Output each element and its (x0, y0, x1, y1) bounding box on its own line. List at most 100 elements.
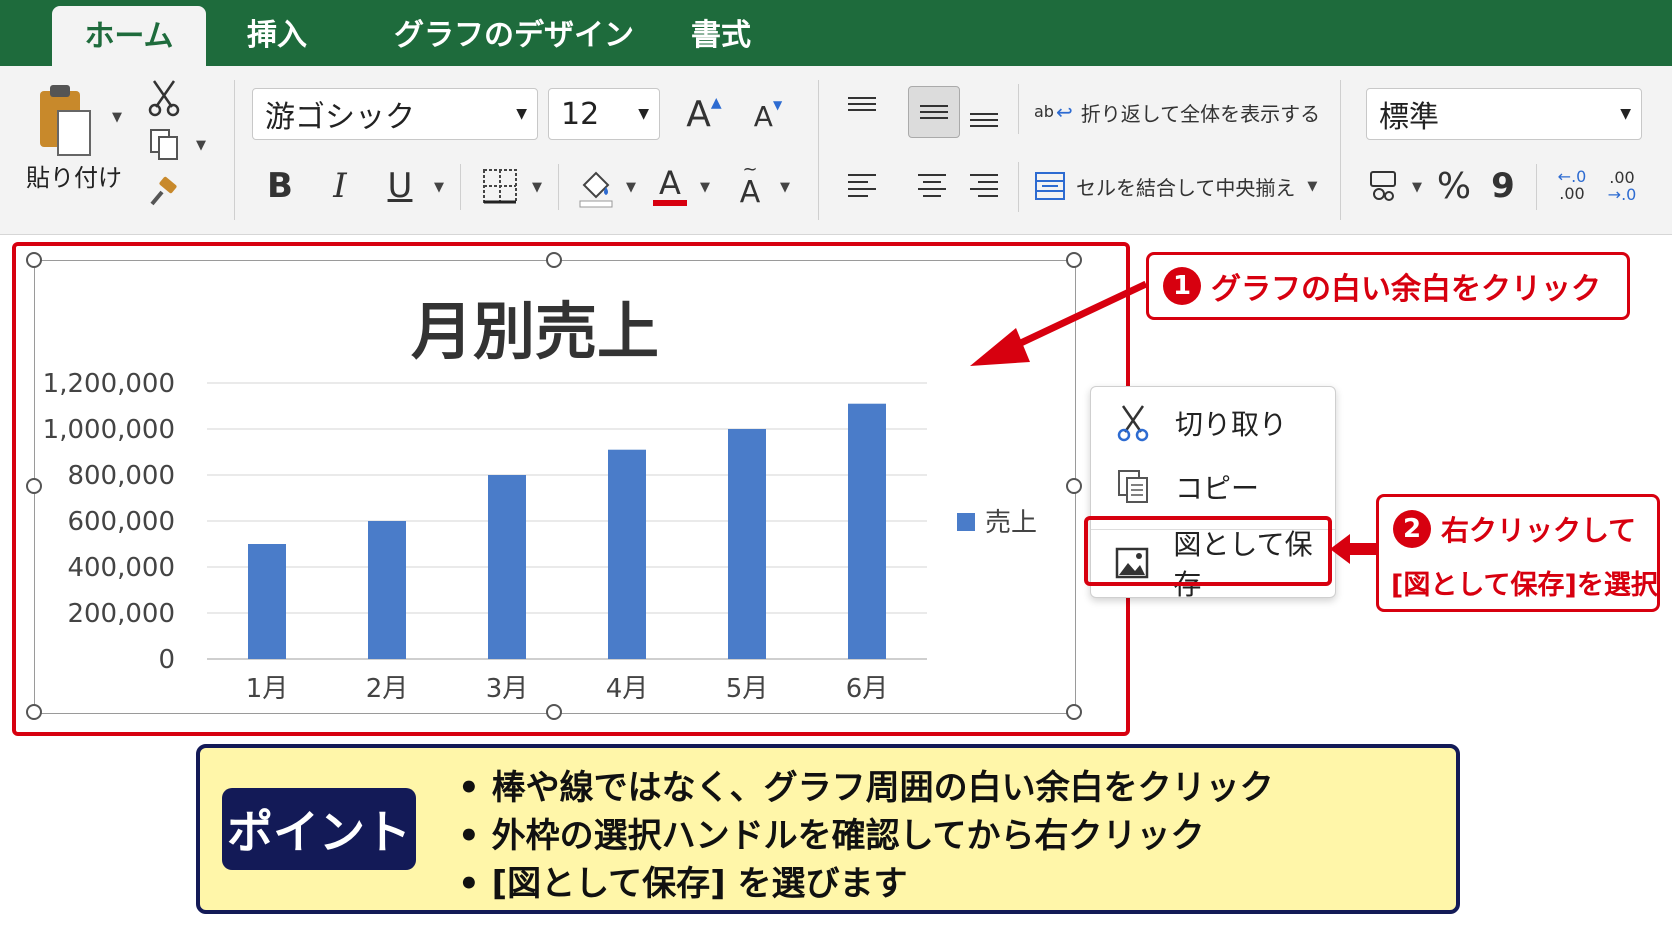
wrap-text-button[interactable]: ab ↩ 折り返して全体を表示する (1034, 90, 1334, 134)
separator (558, 164, 559, 210)
phonetic-guide-button[interactable]: ~ A (730, 160, 770, 212)
point-line: • 棒や線ではなく、グラフ周囲の白い余白をクリック (458, 768, 1274, 808)
font-size-value: 12 (561, 96, 600, 132)
underline-dropdown-caret[interactable]: ▼ (434, 180, 444, 195)
bold-button[interactable]: B (262, 162, 298, 210)
scissors-icon (1109, 404, 1157, 442)
fill-color-dropdown-caret[interactable]: ▼ (626, 180, 636, 195)
selection-handle[interactable] (1066, 252, 1082, 268)
separator (1018, 162, 1019, 212)
tab-insert[interactable]: 挿入 (222, 0, 332, 66)
separator (818, 80, 819, 220)
x-tick-label: 3月 (486, 674, 529, 704)
y-tick-label: 0 (158, 645, 175, 675)
selection-handle[interactable] (26, 478, 42, 494)
point-line: • 外枠の選択ハンドルを確認してから右クリック (458, 816, 1205, 856)
accounting-dropdown-caret[interactable]: ▼ (1412, 180, 1422, 195)
copy-button[interactable] (144, 124, 184, 164)
underline-button[interactable]: U (382, 162, 418, 210)
font-name-select[interactable]: 游ゴシック ▼ (252, 88, 538, 140)
paste-button[interactable] (30, 80, 100, 166)
y-tick-label: 800,000 (67, 461, 175, 491)
font-color-button[interactable]: A (650, 160, 690, 212)
callout-text: グラフの白い余白をクリック (1211, 272, 1601, 307)
grow-font-button[interactable]: A ▲ (682, 90, 726, 138)
selection-handle[interactable] (1066, 704, 1082, 720)
point-badge: ポイント (222, 788, 416, 870)
align-top-icon (848, 97, 876, 111)
increase-decimal-button[interactable]: ←.0 .00 (1550, 162, 1594, 210)
menu-item-cut[interactable]: 切り取り (1091, 393, 1335, 453)
align-bottom-button[interactable] (964, 96, 1004, 136)
bar (488, 475, 526, 659)
chevron-down-icon: ▼ (1620, 106, 1631, 122)
separator (460, 164, 461, 210)
align-center-icon (918, 174, 946, 197)
comma-button[interactable]: 9 (1486, 162, 1520, 210)
tab-chart-design[interactable]: グラフのデザイン (376, 0, 652, 66)
decrease-decimal-button[interactable]: .00 →.0 (1600, 162, 1644, 210)
selection-handle[interactable] (546, 252, 562, 268)
align-middle-icon (920, 105, 948, 119)
align-right-button[interactable] (964, 166, 1004, 206)
accounting-format-button[interactable] (1364, 164, 1404, 208)
point-box: ポイント • 棒や線ではなく、グラフ周囲の白い余白をクリック • 外枠の選択ハン… (196, 744, 1460, 914)
borders-button[interactable] (480, 166, 520, 206)
font-color-dropdown-caret[interactable]: ▼ (700, 180, 710, 195)
shrink-font-button[interactable]: A ▼ (746, 94, 790, 138)
y-tick-label: 200,000 (67, 599, 175, 629)
number-format-value: 標準 (1379, 100, 1439, 135)
bar (608, 449, 646, 659)
y-tick-label: 400,000 (67, 553, 175, 583)
copy-dropdown-caret[interactable]: ▼ (196, 138, 206, 153)
wrap-text-label: 折り返して全体を表示する (1080, 101, 1321, 126)
shrink-font-icon: A (753, 99, 773, 133)
format-painter-button[interactable] (144, 172, 184, 212)
percent-button[interactable]: % (1432, 162, 1476, 210)
cut-button[interactable] (144, 78, 184, 118)
selection-handle[interactable] (26, 252, 42, 268)
fill-color-button[interactable] (574, 164, 618, 210)
font-size-select[interactable]: 12 ▼ (548, 88, 660, 140)
phonetic-dropdown-caret[interactable]: ▼ (780, 180, 790, 195)
callout-click-margin: 1 グラフの白い余白をクリック (1146, 252, 1630, 320)
chevron-down-icon: ▼ (638, 106, 649, 122)
chart-title: 月別売上 (411, 295, 659, 368)
copy-icon (150, 129, 178, 160)
menu-item-copy[interactable]: コピー (1091, 457, 1335, 517)
paste-dropdown-caret[interactable]: ▼ (112, 110, 122, 125)
align-center-button[interactable] (912, 166, 952, 206)
step-number-badge: 1 (1163, 267, 1201, 305)
grow-font-icon: A (686, 93, 711, 135)
align-left-button[interactable] (842, 166, 882, 206)
align-middle-button[interactable] (908, 86, 960, 138)
x-tick-label: 5月 (726, 674, 769, 704)
paste-label: 貼り付け (26, 164, 122, 192)
separator (1536, 164, 1537, 210)
phonetic-icon: A (739, 175, 761, 210)
ribbon: ▼ 貼り付け ▼ 游ゴシック ▼ 12 ▼ A ▲ A ▼ B I U ▼ ▼ … (0, 66, 1672, 235)
italic-button[interactable]: I (322, 162, 358, 210)
tab-format[interactable]: 書式 (676, 0, 766, 66)
merge-center-button[interactable]: セルを結合して中央揃え ▼ (1034, 164, 1326, 208)
callout-text-line1: 右クリックして (1441, 514, 1637, 547)
number-format-select[interactable]: 標準 ▼ (1366, 88, 1642, 140)
point-line: • [図として保存] を選びます (458, 864, 908, 904)
merge-center-label: セルを結合して中央揃え (1076, 175, 1296, 200)
ribbon-tab-bar: ホーム 挿入 グラフのデザイン 書式 (0, 0, 1672, 66)
copy-icon (1109, 469, 1157, 505)
selection-handle[interactable] (1066, 478, 1082, 494)
borders-icon (483, 169, 517, 204)
y-tick-label: 600,000 (67, 507, 175, 537)
selection-handle[interactable] (546, 704, 562, 720)
chart-area[interactable]: 月別売上 0 200,000 400,000 600,000 800,000 1,000,0… (34, 260, 1076, 714)
tab-home[interactable]: ホーム (52, 6, 206, 66)
bar (728, 429, 766, 659)
bar-chart[interactable]: 月別売上 0 200,000 400,000 600,000 800,000 1,000,0… (35, 261, 1075, 713)
merge-dropdown-caret[interactable]: ▼ (1307, 179, 1317, 194)
selection-handle[interactable] (26, 704, 42, 720)
borders-dropdown-caret[interactable]: ▼ (532, 180, 542, 195)
align-top-button[interactable] (842, 88, 882, 128)
x-tick-label: 2月 (366, 674, 409, 704)
separator (234, 80, 235, 220)
